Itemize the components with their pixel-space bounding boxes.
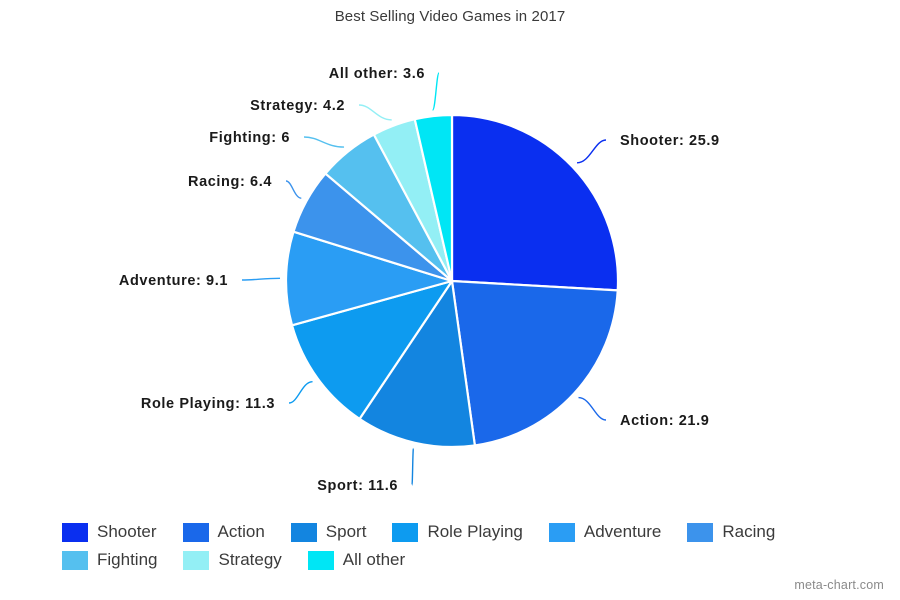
pie-slice-label: Adventure: 9.1 [119,273,228,289]
pie-chart-container: Best Selling Video Games in 2017 Shooter… [0,0,900,600]
legend-item[interactable]: Racing [687,522,775,542]
legend-label: All other [342,550,406,569]
chart-legend: Shooter Action Sport Role Playing Adventure R… [62,518,852,574]
legend-swatch [290,522,317,542]
pie-slice-label: Strategy: 4.2 [250,98,345,114]
legend-label: Sport [325,522,367,541]
pie-leader-line [578,396,607,421]
pie-leader-line [288,380,313,404]
legend-swatch [687,522,714,542]
pie-leader-line [411,447,415,486]
pie-slice-label: Action: 21.9 [620,413,709,429]
pie-slice-label: All other: 3.6 [329,66,425,82]
legend-swatch [182,522,209,542]
legend-swatch [62,550,88,570]
pie-leader-line [285,180,302,199]
legend-swatch [392,522,419,542]
pie-leader-line [358,104,392,121]
legend-label: Shooter [97,522,157,541]
pie-slice[interactable] [450,279,619,447]
pie-leader-line [576,139,607,164]
pie-leader-line [241,277,281,281]
pie-slices-group [284,113,620,449]
pie-chart-svg: Shooter: 25.9 Action: 21.9 Sport: 11.6 Role… [119,66,720,494]
pie-slice-label: Role Playing: 11.3 [141,396,275,412]
pie-slice-label: Sport: 11.6 [317,478,398,494]
watermark: meta-chart.com [794,578,884,592]
legend-row: Fighting Strategy All other [62,546,852,574]
legend-item[interactable]: Action [182,522,265,542]
legend-label: Action [217,522,265,541]
legend-item[interactable]: Fighting [62,550,157,570]
legend-label: Racing [722,522,776,541]
pie-slice-label: Shooter: 25.9 [620,133,720,149]
legend-label: Adventure [583,522,662,541]
legend-swatch [307,550,334,570]
legend-swatch [62,522,88,542]
legend-item[interactable]: Strategy [183,550,282,570]
pie-slice-label: Racing: 6.4 [188,174,272,190]
pie-leader-line [303,136,345,148]
legend-row: Shooter Action Sport Role Playing Adventure R… [62,518,852,546]
pie-slice-label: Fighting: 6 [209,130,290,146]
legend-label: Fighting [97,550,158,569]
legend-label: Strategy [218,550,282,569]
legend-item[interactable]: Role Playing [392,522,523,542]
legend-item[interactable]: Sport [290,522,367,542]
pie-leader-line [431,72,440,111]
legend-label: Role Playing [427,522,523,541]
legend-item[interactable]: Shooter [62,522,157,542]
legend-swatch [548,522,575,542]
legend-item[interactable]: All other [307,550,406,570]
legend-swatch [183,550,210,570]
legend-item[interactable]: Adventure [548,522,662,542]
pie-slice[interactable] [450,113,620,292]
